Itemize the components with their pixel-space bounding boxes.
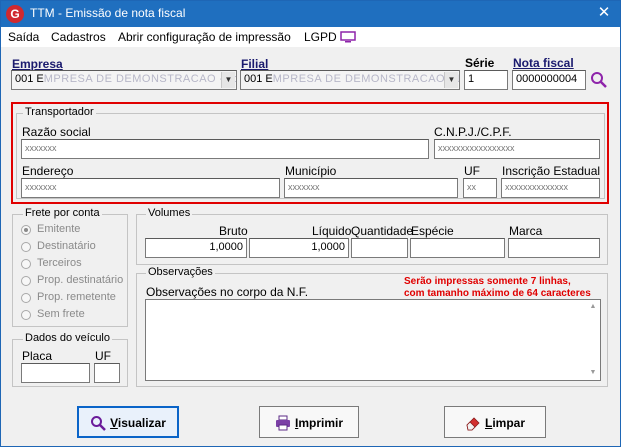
visualizar-button[interactable]: Visualizar — [77, 406, 179, 438]
uf-veiculo-input[interactable] — [94, 363, 120, 383]
inscricao-estadual-value: xxxxxxxxxxxxxx — [505, 182, 568, 192]
frete-title: Frete por conta — [23, 207, 102, 219]
marca-label: Marca — [509, 224, 543, 238]
visualizar-mnemonic: V — [110, 415, 118, 430]
menu-lgpd[interactable]: LGPD — [304, 30, 337, 44]
menu-cadastros[interactable]: Cadastros — [51, 30, 106, 44]
observacoes-title: Observações — [146, 266, 215, 278]
cnpj-value: xxxxxxxxxxxxxxxxx — [438, 143, 515, 153]
frete-option-label: Destinatário — [37, 240, 96, 252]
especie-label: Espécie — [411, 224, 454, 238]
close-icon[interactable]: ✕ — [594, 3, 614, 23]
inscricao-estadual-label: Inscrição Estadual — [502, 164, 601, 178]
municipio-input[interactable]: xxxxxxx — [284, 178, 458, 198]
bruto-label: Bruto — [219, 224, 248, 238]
limpar-button[interactable]: Limpar — [444, 406, 546, 438]
menu-abrir-configuracao[interactable]: Abrir configuração de impressão — [118, 30, 291, 44]
razao-social-label: Razão social — [22, 125, 91, 139]
uf-transportador-value: xx — [467, 182, 476, 192]
razao-social-input[interactable]: xxxxxxx — [21, 139, 429, 159]
title-bar: G TTM - Emissão de nota fiscal ✕ — [1, 1, 620, 27]
frete-option-label: Prop. remetente — [37, 291, 116, 303]
liquido-input[interactable]: 1,0000 — [249, 238, 349, 258]
cnpj-input[interactable]: xxxxxxxxxxxxxxxxx — [434, 139, 600, 159]
monitor-icon[interactable] — [340, 31, 356, 43]
empresa-value: 001 E — [15, 73, 44, 85]
imprimir-label: mprimir — [298, 415, 344, 430]
radio-button[interactable] — [21, 276, 31, 286]
municipio-value: xxxxxxx — [288, 182, 320, 192]
liquido-label: Líquido — [312, 224, 352, 238]
chevron-down-icon[interactable]: ▼ — [444, 72, 458, 88]
serie-input[interactable]: 1 — [464, 70, 508, 90]
frete-option-label: Prop. destinatário — [37, 274, 124, 286]
radio-button[interactable] — [21, 242, 31, 252]
cnpj-label: C.N.P.J./C.P.F. — [434, 125, 512, 139]
radio-button[interactable] — [21, 310, 31, 320]
municipio-label: Município — [285, 164, 337, 178]
bruto-input[interactable]: 1,0000 — [145, 238, 247, 258]
marca-input[interactable] — [508, 238, 600, 258]
scroll-up-icon[interactable]: ▲ — [588, 302, 598, 312]
nota-fiscal-input[interactable]: 0000000004 — [512, 70, 586, 90]
uf-transportador-input[interactable]: xx — [463, 178, 497, 198]
app-window: G TTM - Emissão de nota fiscal ✕ Saída C… — [0, 0, 621, 447]
filial-value: 001 E — [244, 73, 273, 85]
empresa-blurred-text: MPRESA DE DEMONSTRACAO - Todo — [43, 73, 237, 85]
observacoes-note-line1: Serão impressas somente 7 linhas, — [404, 276, 571, 287]
radio-button[interactable] — [21, 259, 31, 269]
radio-button[interactable] — [21, 293, 31, 303]
menu-saida[interactable]: Saída — [8, 30, 39, 44]
razao-social-value: xxxxxxx — [25, 143, 57, 153]
limpar-label: impar — [492, 415, 526, 430]
printer-icon — [275, 415, 290, 431]
filial-select[interactable]: 001 EMPRESA DE DEMONSTRACAO - LAB ▼ — [240, 70, 460, 90]
frete-option-label: Emitente — [37, 223, 81, 235]
frete-option-label: Terceiros — [37, 257, 82, 269]
chevron-down-icon[interactable]: ▼ — [221, 72, 235, 88]
nota-fiscal-label: Nota fiscal — [513, 56, 574, 70]
transportador-title: Transportador — [23, 106, 96, 118]
uf-veiculo-label: UF — [95, 349, 111, 363]
observacoes-note: Serão impressas somente 7 linhas, com ta… — [404, 276, 591, 300]
inscricao-estadual-input[interactable]: xxxxxxxxxxxxxx — [501, 178, 600, 198]
radio-button[interactable] — [21, 225, 31, 235]
imprimir-button[interactable]: Imprimir — [259, 406, 359, 438]
eraser-icon — [466, 417, 480, 431]
frete-option-label: Sem frete — [37, 308, 85, 320]
app-logo-icon: G — [6, 5, 24, 23]
scroll-down-icon[interactable]: ▼ — [588, 368, 598, 378]
placa-label: Placa — [22, 349, 53, 363]
empresa-label: Empresa — [12, 57, 63, 71]
filial-label: Filial — [241, 57, 269, 71]
uf-transportador-label: UF — [464, 164, 480, 178]
empresa-select[interactable]: 001 EMPRESA DE DEMONSTRACAO - Todo ▼ — [11, 70, 237, 90]
observacoes-corpo-label: Observações no corpo da N.F. — [146, 285, 309, 299]
window-title: TTM - Emissão de nota fiscal — [30, 6, 186, 20]
filial-blurred-text: MPRESA DE DEMONSTRACAO - LAB — [272, 73, 460, 85]
search-icon[interactable] — [590, 71, 608, 89]
endereco-label: Endereço — [22, 164, 74, 178]
menu-bar: Saída Cadastros Abrir configuração de im… — [1, 27, 620, 47]
visualizar-label: isualizar — [117, 415, 166, 430]
veiculo-title: Dados do veículo — [23, 332, 112, 344]
serie-label: Série — [465, 56, 495, 70]
quantidade-label: Quantidade — [351, 224, 414, 238]
observacoes-textarea[interactable]: ▲ ▼ — [145, 299, 601, 381]
magnifier-icon — [91, 415, 106, 431]
endereco-input[interactable]: xxxxxxx — [21, 178, 280, 198]
volumes-title: Volumes — [146, 207, 193, 219]
endereco-value: xxxxxxx — [25, 182, 57, 192]
especie-input[interactable] — [410, 238, 505, 258]
placa-input[interactable] — [21, 363, 90, 383]
quantidade-input[interactable] — [351, 238, 408, 258]
